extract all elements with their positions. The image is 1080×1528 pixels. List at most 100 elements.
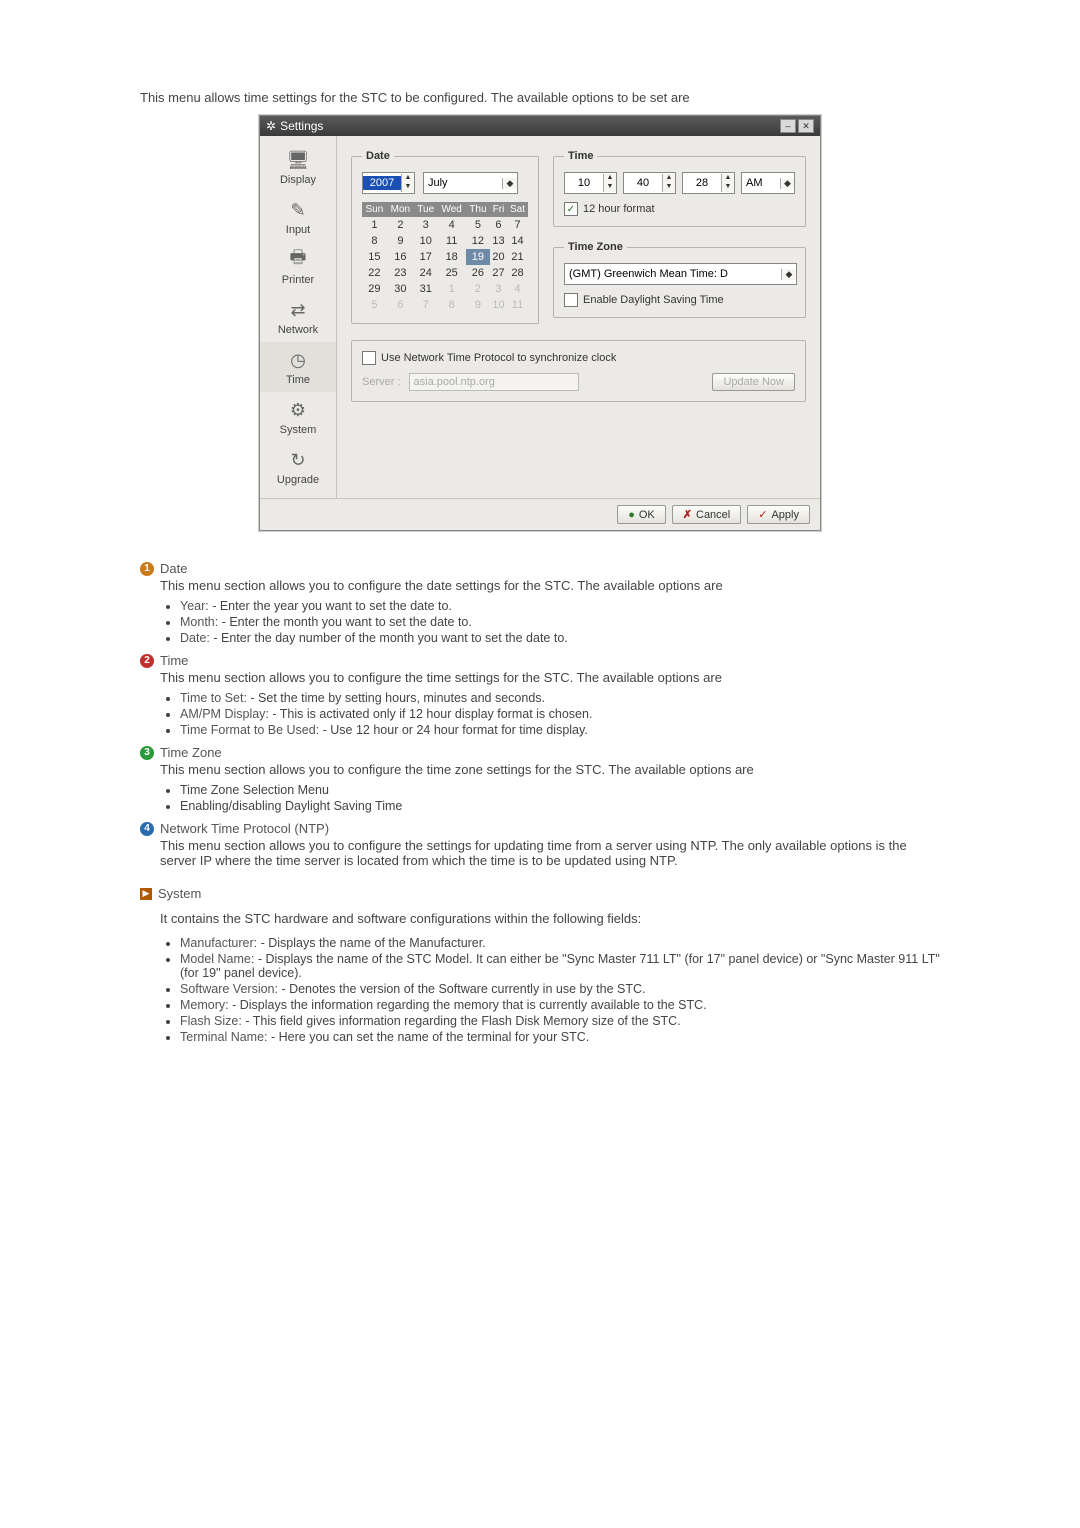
window-footer: ● OK ✗ Cancel ✓ Apply: [260, 498, 820, 530]
settings-sidebar: 🖥 Display ✎ Input 🖶 Printer ⇄ Network ◷: [260, 136, 337, 498]
settings-content: Date ▲▼ ◆: [337, 136, 820, 498]
calendar[interactable]: Sun Mon Tue Wed Thu Fri Sat 1234567 8910…: [362, 202, 528, 313]
section-marker-icon: ▶: [140, 888, 152, 900]
list-item-text: - Here you can set the name of the termi…: [268, 1030, 590, 1044]
ok-button[interactable]: ● OK: [617, 505, 666, 524]
list-item-label: Flash Size:: [180, 1014, 242, 1028]
checkbox-icon: [564, 293, 578, 307]
cal-dow: Sat: [507, 202, 528, 217]
block-list: Time Zone Selection MenuEnabling/disabli…: [180, 783, 940, 813]
chevron-down-icon[interactable]: ◆: [502, 178, 517, 189]
year-up[interactable]: ▲: [402, 174, 414, 183]
ntp-checkbox[interactable]: Use Network Time Protocol to synchronize…: [362, 351, 795, 365]
list-item-text: - Enter the day number of the month you …: [210, 631, 568, 645]
input-icon: ✎: [284, 198, 312, 222]
sidebar-item-label: Input: [286, 224, 310, 236]
block-title: Network Time Protocol (NTP): [160, 821, 329, 836]
network-icon: ⇄: [284, 298, 312, 322]
list-item: Time Format to Be Used: - Use 12 hour or…: [180, 723, 940, 737]
chevron-down-icon[interactable]: ◆: [781, 269, 796, 280]
numbered-block-date: 1DateThis menu section allows you to con…: [140, 561, 940, 645]
list-item-label: Manufacturer:: [180, 936, 257, 950]
minute-spinner[interactable]: ▲▼: [623, 172, 676, 194]
list-item: AM/PM Display: - This is activated only …: [180, 707, 940, 721]
sidebar-item-label: System: [280, 424, 317, 436]
intro-text: This menu allows time settings for the S…: [140, 90, 940, 105]
year-down[interactable]: ▼: [402, 183, 414, 192]
cancel-button[interactable]: ✗ Cancel: [672, 505, 741, 524]
list-item-label: AM/PM Display:: [180, 707, 269, 721]
month-select[interactable]: ◆: [423, 172, 518, 194]
hour-input[interactable]: [565, 176, 603, 190]
sidebar-item-printer[interactable]: 🖶 Printer: [260, 242, 336, 292]
display-icon: 🖥: [284, 148, 312, 172]
year-input[interactable]: [363, 176, 401, 190]
timezone-input[interactable]: [565, 268, 781, 280]
list-item-label: Time Format to Be Used:: [180, 723, 319, 737]
minimize-button[interactable]: –: [780, 119, 796, 133]
second-down[interactable]: ▼: [722, 183, 734, 192]
sidebar-item-time[interactable]: ◷ Time: [260, 342, 336, 392]
apply-button[interactable]: ✓ Apply: [747, 505, 810, 524]
printer-icon: 🖶: [284, 248, 312, 272]
update-now-label: Update Now: [723, 376, 784, 388]
checkbox-icon: [362, 351, 376, 365]
format-checkbox[interactable]: ✓ 12 hour format: [564, 202, 795, 216]
timezone-select[interactable]: ◆: [564, 263, 797, 285]
list-item-text: - Denotes the version of the Software cu…: [278, 982, 646, 996]
cancel-label: Cancel: [696, 509, 730, 521]
dst-label: Enable Daylight Saving Time: [583, 294, 724, 306]
list-item-label: Month:: [180, 615, 218, 629]
sidebar-item-upgrade[interactable]: ↻ Upgrade: [260, 442, 336, 492]
window-title: Settings: [280, 119, 323, 133]
list-item-label: Time to Set:: [180, 691, 247, 705]
list-item: Flash Size: - This field gives informati…: [180, 1014, 940, 1028]
minute-down[interactable]: ▼: [663, 183, 675, 192]
sidebar-item-input[interactable]: ✎ Input: [260, 192, 336, 242]
hour-spinner[interactable]: ▲▼: [564, 172, 617, 194]
ok-icon: ●: [628, 509, 635, 521]
cal-dow: Thu: [466, 202, 490, 217]
minute-up[interactable]: ▲: [663, 174, 675, 183]
close-button[interactable]: ✕: [798, 119, 814, 133]
sidebar-item-label: Time: [286, 374, 310, 386]
list-item: Software Version: - Denotes the version …: [180, 982, 940, 996]
format-label: 12 hour format: [583, 203, 655, 215]
second-input[interactable]: [683, 176, 721, 190]
numbered-block-time-zone: 3Time ZoneThis menu section allows you t…: [140, 745, 940, 813]
second-spinner[interactable]: ▲▼: [682, 172, 735, 194]
list-item-text: Enabling/disabling Daylight Saving Time: [180, 799, 402, 813]
sidebar-item-system[interactable]: ⚙ System: [260, 392, 336, 442]
hour-up[interactable]: ▲: [604, 174, 616, 183]
list-item-label: Terminal Name:: [180, 1030, 268, 1044]
ampm-select[interactable]: ◆: [741, 172, 795, 194]
server-input: [409, 373, 579, 391]
time-group: Time ▲▼ ▲▼: [553, 150, 806, 227]
sidebar-item-label: Upgrade: [277, 474, 319, 486]
calendar-selected-day: 19: [466, 249, 490, 265]
month-input[interactable]: [424, 177, 502, 189]
chevron-down-icon[interactable]: ◆: [780, 178, 794, 189]
sidebar-item-network[interactable]: ⇄ Network: [260, 292, 336, 342]
cal-dow: Fri: [490, 202, 507, 217]
list-item-label: Software Version:: [180, 982, 278, 996]
hour-down[interactable]: ▼: [604, 183, 616, 192]
list-item-text: - Displays the information regarding the…: [229, 998, 707, 1012]
settings-window: ✲ Settings – ✕ 🖥 Display ✎ Input 🖶: [259, 115, 821, 531]
year-spinner[interactable]: ▲▼: [362, 172, 415, 194]
second-up[interactable]: ▲: [722, 174, 734, 183]
sidebar-item-display[interactable]: 🖥 Display: [260, 142, 336, 192]
number-badge: 3: [140, 746, 154, 760]
dst-checkbox[interactable]: Enable Daylight Saving Time: [564, 293, 795, 307]
minute-input[interactable]: [624, 176, 662, 190]
list-item: Manufacturer: - Displays the name of the…: [180, 936, 940, 950]
list-item-label: Year:: [180, 599, 209, 613]
system-icon: ⚙: [284, 398, 312, 422]
list-item-label: Date:: [180, 631, 210, 645]
list-item-text: - Displays the name of the Manufacturer.: [257, 936, 486, 950]
server-label: Server :: [362, 376, 401, 388]
block-title: Time: [160, 653, 188, 668]
list-item-label: Memory:: [180, 998, 229, 1012]
block-desc: This menu section allows you to configur…: [160, 762, 940, 777]
ampm-input[interactable]: [742, 177, 780, 189]
